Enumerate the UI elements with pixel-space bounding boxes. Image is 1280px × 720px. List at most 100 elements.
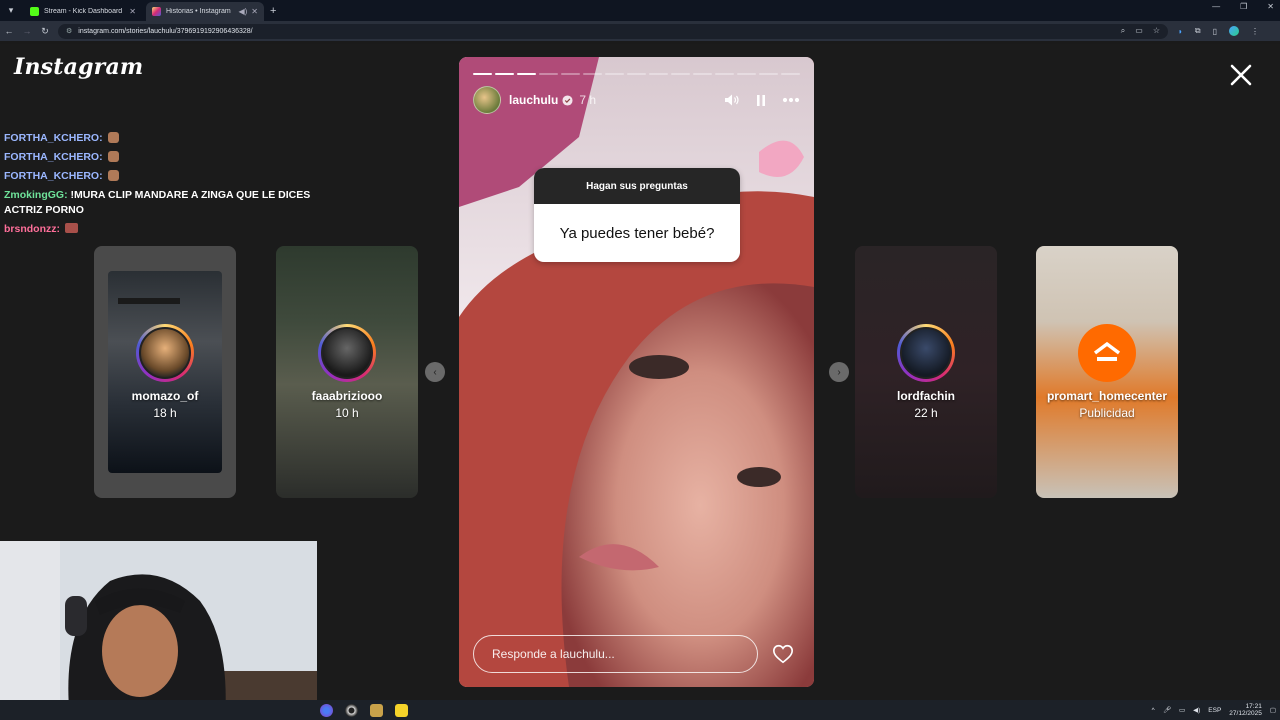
question-sticker-text: Ya puedes tener bebé? [559, 224, 715, 242]
main-story-viewer[interactable]: lauchulu 7 h Hagan sus preguntas Ya pued… [459, 57, 814, 687]
stream-chat-overlay: FORTHA_KCHERO: FORTHA_KCHERO: FORTHA_KCH… [4, 129, 324, 239]
progress-segment [671, 73, 690, 75]
story-card-time: 10 h [335, 406, 359, 420]
window-controls: — ❐ ✕ [1212, 2, 1274, 11]
story-header: lauchulu 7 h [473, 86, 800, 114]
story-card-sponsored: Publicidad [1079, 406, 1135, 420]
story-card-lordfachin[interactable]: lordfachin 22 h [855, 246, 997, 498]
close-window-icon[interactable]: ✕ [1267, 2, 1274, 11]
more-options-icon[interactable] [782, 97, 800, 103]
address-bar[interactable]: ⚙ instagram.com/stories/lauchulu/3796919… [58, 23, 1168, 39]
instagram-favicon-icon [152, 7, 161, 16]
close-stories-icon[interactable] [1228, 62, 1254, 88]
chat-message: ZmokingGG: !MURA CLIP MANDARE A ZINGA QU… [4, 188, 324, 218]
tab-close-icon[interactable]: ✕ [129, 7, 136, 16]
story-author-avatar[interactable] [473, 86, 501, 114]
question-sticker-header: Hagan sus preguntas [534, 168, 740, 204]
bookmark-star-icon[interactable]: ☆ [1153, 26, 1160, 36]
story-author-username[interactable]: lauchulu [509, 93, 558, 107]
site-info-icon[interactable]: ⚙ [66, 27, 72, 35]
network-icon[interactable]: ▭ [1179, 706, 1185, 714]
question-sticker[interactable]: Hagan sus preguntas Ya puedes tener bebé… [534, 168, 740, 262]
next-story-button[interactable]: › [829, 362, 849, 382]
language-indicator[interactable]: ESP [1208, 707, 1221, 714]
progress-segment [715, 73, 734, 75]
progress-segment [693, 73, 712, 75]
story-card-username: promart_homecenter [1046, 389, 1168, 403]
story-controls [724, 93, 800, 108]
story-card-faaabriziooo[interactable]: faaabriziooo 10 h [276, 246, 418, 498]
chat-username: FORTHA_KCHERO: [4, 151, 103, 163]
volume-tray-icon[interactable]: ◀) [1193, 706, 1200, 714]
instagram-logo[interactable]: Instagram [14, 54, 143, 80]
reload-icon[interactable]: ↻ [36, 26, 54, 37]
reply-input[interactable]: Responde a lauchulu... [473, 635, 758, 673]
webcam-feed [0, 541, 317, 720]
story-card-promart[interactable]: promart_homecenter Publicidad [1036, 246, 1178, 498]
story-time-ago: 7 h [579, 93, 597, 107]
pause-icon[interactable] [754, 93, 768, 108]
tab-title: Historias • Instagram [166, 8, 231, 15]
reply-placeholder: Responde a lauchulu... [492, 647, 615, 661]
taskbar-apps [320, 703, 408, 717]
tray-chevron-icon[interactable]: ^ [1152, 707, 1155, 714]
volume-icon[interactable] [724, 93, 740, 107]
progress-segment [495, 73, 514, 75]
avatar [321, 327, 373, 379]
minimize-icon[interactable]: — [1212, 2, 1220, 11]
browser-toolbar: ← → ↻ ⚙ instagram.com/stories/lauchulu/3… [0, 21, 1280, 41]
avatar [139, 327, 191, 379]
clock-time: 17:21 [1245, 703, 1262, 710]
story-card-momazo[interactable]: momazo_of 18 h [94, 246, 236, 498]
zoom-icon[interactable]: ⌕ [1121, 26, 1125, 36]
progress-segment [759, 73, 778, 75]
chrome-app-icon[interactable] [320, 703, 333, 717]
tab-close-icon[interactable]: ✕ [251, 7, 258, 16]
tab-search-menu-icon[interactable]: ▾ [2, 2, 20, 20]
new-tab-button[interactable]: + [270, 5, 276, 17]
emote-icon [107, 170, 119, 181]
chat-message: brsndonzz: [4, 220, 324, 239]
progress-segment [539, 73, 558, 75]
windows-taskbar: ^ 🎤︎ ▭ ◀) ESP 17:21 27/12/2025 ▢ [0, 700, 1280, 720]
tab-audio-icon[interactable]: ◀) [238, 7, 247, 16]
story-avatar-ring [318, 324, 376, 382]
chat-message: FORTHA_KCHERO: [4, 148, 324, 167]
extension-icon[interactable]: ◗ [1178, 27, 1183, 36]
browser-menu-icon[interactable]: ⋮ [1251, 27, 1259, 36]
file-explorer-icon[interactable] [370, 703, 383, 717]
chat-message: FORTHA_KCHERO: [4, 167, 324, 186]
previous-story-button[interactable]: ‹ [425, 362, 445, 382]
back-icon[interactable]: ← [0, 26, 18, 36]
cast-icon[interactable]: ▭ [1135, 26, 1143, 36]
emote-icon [107, 151, 119, 162]
promart-logo-icon [1081, 327, 1133, 379]
chat-username: FORTHA_KCHERO: [4, 132, 103, 144]
emote-icon [64, 223, 78, 233]
progress-segment [473, 73, 492, 75]
taskbar-clock[interactable]: 17:21 27/12/2025 [1229, 703, 1262, 717]
obs-app-icon[interactable] [345, 703, 358, 717]
kick-favicon-icon [30, 7, 39, 16]
tab-instagram-stories[interactable]: Historias • Instagram ◀) ✕ [146, 2, 264, 21]
sticky-notes-icon[interactable] [395, 703, 408, 717]
progress-segment [627, 73, 646, 75]
restore-icon[interactable]: ❐ [1240, 2, 1247, 11]
microphone-icon[interactable]: 🎤︎ [1163, 706, 1171, 714]
url-text: instagram.com/stories/lauchulu/379691919… [78, 27, 253, 35]
like-heart-icon[interactable] [772, 643, 794, 665]
chat-message: FORTHA_KCHERO: [4, 129, 324, 148]
forward-icon[interactable]: → [18, 26, 36, 36]
profile-avatar-icon[interactable] [1228, 26, 1239, 36]
tab-title: Stream - Kick Dashboard [44, 8, 123, 15]
extensions-puzzle-icon[interactable]: ⧉ [1195, 26, 1201, 36]
story-photo [459, 57, 814, 687]
notifications-icon[interactable]: ▢ [1270, 706, 1276, 714]
story-avatar-ring [897, 324, 955, 382]
tab-kick-dashboard[interactable]: Stream - Kick Dashboard ✕ [24, 2, 142, 21]
story-card-time: 22 h [914, 406, 938, 420]
progress-segment [781, 73, 800, 75]
sidepanel-icon[interactable]: ▯ [1213, 27, 1217, 36]
story-card-time: 18 h [153, 406, 177, 420]
progress-segment [649, 73, 668, 75]
